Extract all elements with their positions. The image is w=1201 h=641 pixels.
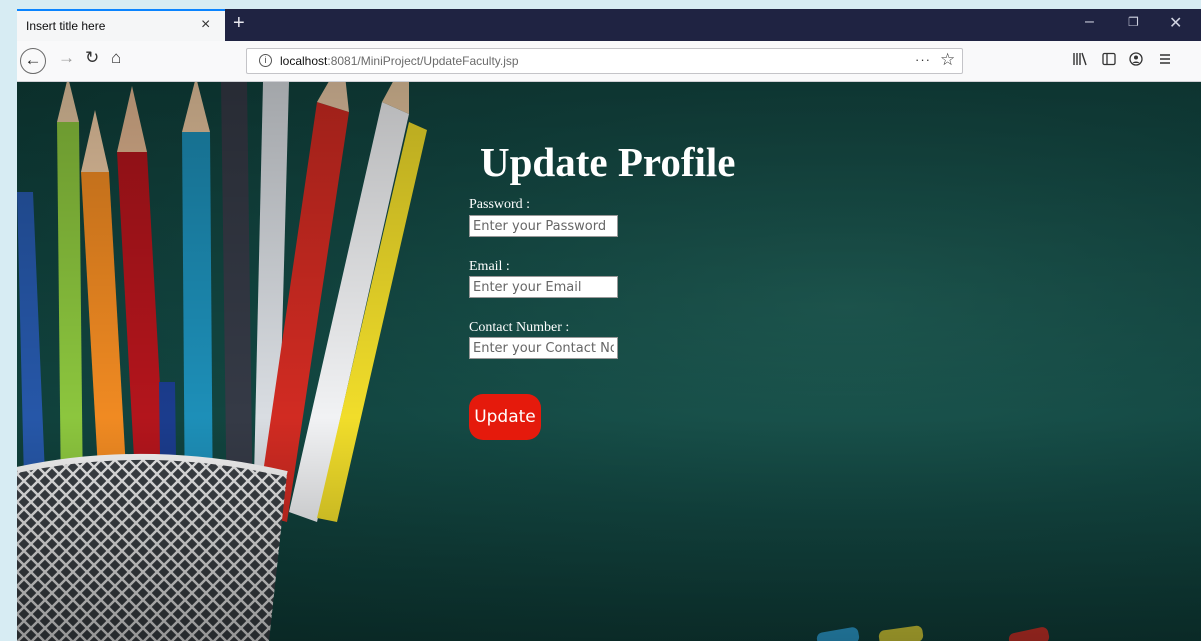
- page-title: Update Profile: [480, 139, 736, 185]
- info-icon[interactable]: i: [259, 54, 272, 67]
- email-input[interactable]: [469, 276, 618, 298]
- password-label: Password :: [469, 197, 531, 212]
- home-icon[interactable]: ⌂: [111, 48, 121, 68]
- url-host: localhost: [280, 54, 328, 68]
- contact-number-input[interactable]: [469, 337, 618, 359]
- back-arrow-icon[interactable]: ←: [20, 48, 46, 74]
- contact-number-label: Contact Number :: [469, 320, 570, 335]
- reload-icon[interactable]: ↻: [85, 48, 99, 68]
- page-actions-icon[interactable]: ···: [915, 52, 931, 67]
- update-button[interactable]: Update: [469, 394, 541, 440]
- navigation-bar: ← → ↻ ⌂ i localhost:8081/MiniProject/Upd…: [17, 41, 1201, 82]
- url-path: :8081/MiniProject/UpdateFaculty.jsp: [327, 54, 519, 68]
- url-text: localhost:8081/MiniProject/UpdateFaculty…: [280, 54, 519, 68]
- account-icon[interactable]: [1129, 52, 1143, 69]
- browser-tab[interactable]: Insert title here ×: [17, 9, 225, 41]
- tab-close-icon[interactable]: ×: [201, 16, 210, 34]
- page-content: Update Profile Password : Email : Contac…: [17, 82, 1201, 641]
- address-bar[interactable]: i localhost:8081/MiniProject/UpdateFacul…: [246, 48, 963, 74]
- sidebar-icon[interactable]: [1102, 52, 1116, 69]
- email-label: Email :: [469, 259, 510, 274]
- tab-title: Insert title here: [26, 19, 106, 33]
- library-icon[interactable]: [1073, 52, 1087, 69]
- window-close-button[interactable]: ✕: [1169, 13, 1182, 33]
- forward-arrow-icon[interactable]: →: [58, 48, 75, 68]
- bookmark-star-icon[interactable]: ☆: [940, 50, 955, 70]
- browser-window: Insert title here × + – ❐ ✕ ← → ↻ ⌂ i lo…: [17, 9, 1201, 641]
- window-restore-button[interactable]: ❐: [1128, 15, 1139, 29]
- password-input[interactable]: [469, 215, 618, 237]
- window-minimize-button[interactable]: –: [1085, 13, 1094, 31]
- menu-icon[interactable]: [1158, 52, 1172, 69]
- new-tab-button[interactable]: +: [233, 12, 245, 35]
- tab-strip: Insert title here × + – ❐ ✕: [17, 9, 1201, 41]
